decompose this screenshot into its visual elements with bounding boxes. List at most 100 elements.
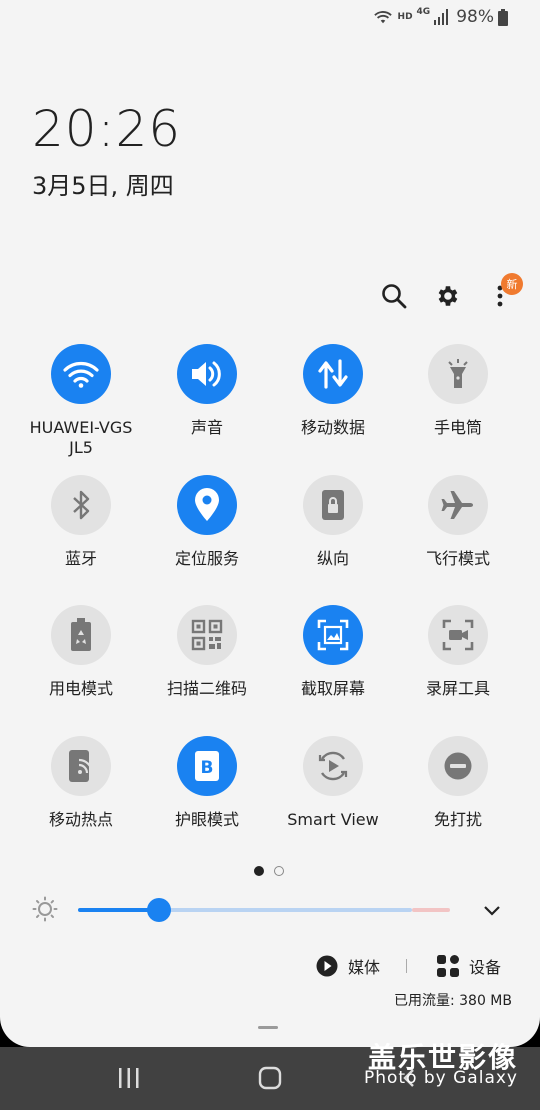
- tile-flashlight-circle[interactable]: [428, 344, 488, 404]
- home-button[interactable]: [258, 1066, 282, 1094]
- tile-airplane-circle[interactable]: [428, 475, 488, 535]
- tile-portrait[interactable]: 纵向: [268, 475, 398, 569]
- tile-eye-comfort-circle[interactable]: B: [177, 736, 237, 796]
- tile-power-mode[interactable]: 用电模式: [16, 605, 146, 699]
- hd-label: HD: [397, 12, 413, 22]
- page-indicator: [254, 866, 284, 876]
- battery-percent: 98%: [456, 7, 494, 27]
- tile-bluetooth-label: 蓝牙: [64, 549, 97, 568]
- tile-qr-scan[interactable]: 扫描二维码: [142, 605, 272, 699]
- devices-grid-icon: [437, 955, 460, 977]
- data-usage: 已用流量: 380 MB: [393, 993, 512, 1009]
- tile-sound-label: 声音: [190, 418, 223, 437]
- tile-smart-view[interactable]: Smart View: [268, 736, 398, 830]
- tile-eye-comfort[interactable]: B 护眼模式: [142, 736, 272, 830]
- tile-screenshot[interactable]: 截取屏幕: [268, 605, 398, 699]
- tile-smart-view-label: Smart View: [287, 810, 379, 829]
- tile-bluetooth[interactable]: 蓝牙: [16, 475, 146, 569]
- drag-handle[interactable]: [258, 1026, 278, 1029]
- tile-screenshot-label: 截取屏幕: [300, 679, 365, 698]
- media-label: 媒体: [348, 958, 381, 977]
- date: 3月5日, 周四: [32, 172, 174, 200]
- battery-icon: [498, 8, 508, 26]
- brightness-button: [29, 893, 61, 925]
- brightness-track-empty[interactable]: [160, 908, 412, 912]
- tile-flashlight-label: 手电筒: [433, 418, 482, 437]
- expand-button[interactable]: [474, 893, 510, 929]
- portrait-lock-icon: [322, 490, 344, 520]
- status-bar: HD 4G 98%: [372, 6, 508, 28]
- tile-sound[interactable]: 声音: [142, 344, 272, 438]
- tile-do-not-disturb[interactable]: 免打扰: [393, 736, 523, 830]
- tile-eye-comfort-label: 护眼模式: [174, 810, 239, 829]
- tile-screen-recorder-label: 录屏工具: [425, 679, 490, 698]
- tile-location[interactable]: 定位服务: [142, 475, 272, 569]
- tile-mobile-data-circle[interactable]: [303, 344, 363, 404]
- location-icon: [195, 488, 219, 521]
- eye-comfort-icon: B: [195, 751, 219, 781]
- new-badge: 新: [501, 273, 523, 295]
- tile-sound-circle[interactable]: [177, 344, 237, 404]
- gear-icon: [438, 286, 458, 306]
- tile-wifi-label: HUAWEI-VGS JL5: [29, 418, 133, 457]
- tile-location-circle[interactable]: [177, 475, 237, 535]
- tile-airplane[interactable]: 飞行模式: [393, 475, 523, 569]
- tile-qr-scan-label: 扫描二维码: [166, 679, 247, 698]
- screen-recorder-icon: [442, 619, 474, 651]
- media-button[interactable]: 媒体: [316, 954, 380, 978]
- tile-power-mode-label: 用电模式: [48, 679, 113, 698]
- qr-code-icon: [191, 619, 223, 651]
- brightness-track-warning: [412, 908, 450, 912]
- sound-icon: [192, 361, 221, 387]
- svg-text:B: B: [201, 758, 214, 778]
- tile-smart-view-circle[interactable]: [303, 736, 363, 796]
- tile-wifi[interactable]: HUAWEI-VGS JL5: [16, 344, 146, 458]
- page-dot-1[interactable]: [254, 866, 264, 876]
- tile-flashlight[interactable]: 手电筒: [393, 344, 523, 438]
- tile-screen-recorder-circle[interactable]: [428, 605, 488, 665]
- devices-button[interactable]: 设备: [437, 954, 501, 978]
- tile-hotspot-circle[interactable]: [51, 736, 111, 796]
- hotspot-icon: [69, 750, 94, 782]
- screenshot-icon: [317, 619, 349, 651]
- tile-qr-scan-circle[interactable]: [177, 605, 237, 665]
- network-type-label: 4G: [416, 7, 431, 17]
- search-button[interactable]: [376, 278, 412, 314]
- power-mode-icon: [71, 618, 91, 651]
- play-circle-icon: [316, 955, 338, 977]
- brightness-icon: [32, 896, 58, 922]
- recents-button[interactable]: [118, 1067, 140, 1093]
- tile-portrait-circle[interactable]: [303, 475, 363, 535]
- airplane-icon: [441, 491, 473, 519]
- tile-power-mode-circle[interactable]: [51, 605, 111, 665]
- tile-screen-recorder[interactable]: 录屏工具: [393, 605, 523, 699]
- tile-do-not-disturb-circle[interactable]: [428, 736, 488, 796]
- page-dot-2[interactable]: [274, 866, 284, 876]
- tile-portrait-label: 纵向: [316, 549, 349, 568]
- settings-button[interactable]: [429, 278, 465, 314]
- wifi-icon: [63, 362, 99, 388]
- tile-hotspot[interactable]: 移动热点: [16, 736, 146, 830]
- bluetooth-icon: [73, 490, 90, 520]
- search-icon: [382, 284, 407, 309]
- tile-mobile-data[interactable]: 移动数据: [268, 344, 398, 438]
- do-not-disturb-icon: [444, 752, 472, 780]
- tile-mobile-data-label: 移动数据: [300, 418, 365, 437]
- brightness-slider-thumb[interactable]: [147, 898, 171, 922]
- wifi-status-icon: [373, 11, 392, 24]
- devices-label: 设备: [469, 958, 502, 977]
- quick-panel: HD 4G 98% 20:26 3月5日, 周四 新 HUAWEI-VGS JL…: [0, 0, 540, 1047]
- tile-wifi-circle[interactable]: [51, 344, 111, 404]
- tile-airplane-label: 飞行模式: [425, 549, 490, 568]
- tile-screenshot-circle[interactable]: [303, 605, 363, 665]
- chevron-down-icon: [484, 906, 500, 916]
- tile-hotspot-label: 移动热点: [48, 810, 113, 829]
- tile-bluetooth-circle[interactable]: [51, 475, 111, 535]
- flashlight-icon: [448, 359, 468, 388]
- smart-view-icon: [318, 751, 348, 781]
- watermark-subtitle: Photo by Galaxy: [363, 1068, 518, 1088]
- tile-location-label: 定位服务: [174, 549, 239, 568]
- home-icon: [258, 1066, 282, 1090]
- clock: 20:26: [32, 100, 182, 158]
- media-devices-row: 媒体 设备: [316, 954, 501, 978]
